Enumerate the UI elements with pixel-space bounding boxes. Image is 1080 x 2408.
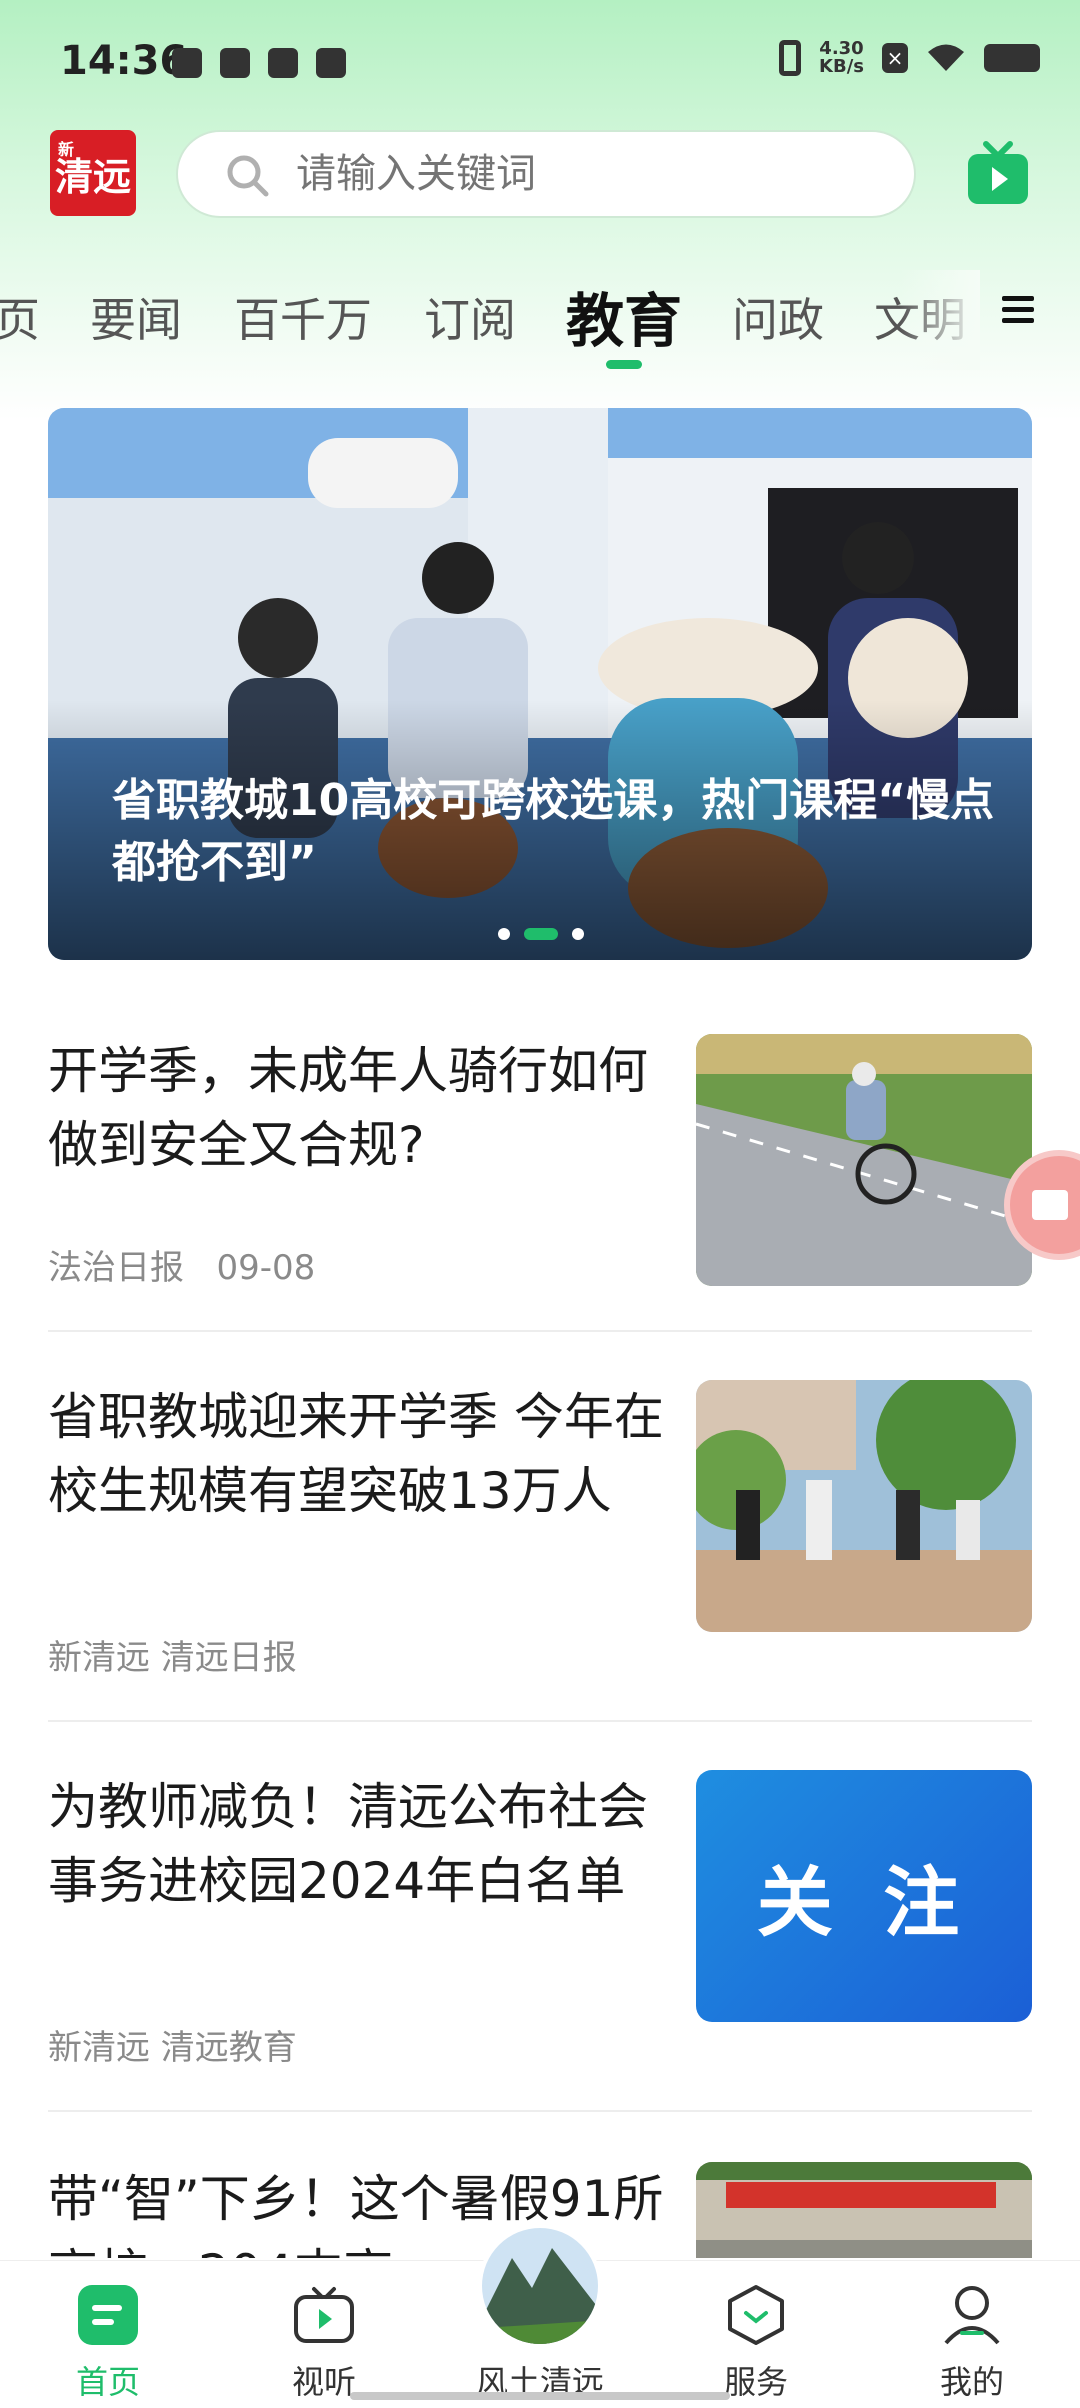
news-thumbnail <box>696 1034 1032 1286</box>
nav-profile-label: 我的 <box>939 2363 1004 2401</box>
logo-small-text: 新 <box>58 140 75 159</box>
nav-home[interactable]: 首页 <box>28 2261 188 2408</box>
news-title: 为教师减负！清远公布社会事务进校园2024年白名单 <box>48 1778 648 1910</box>
news-thumbnail: 关 注 <box>696 1770 1032 2022</box>
calendar-notification-icon <box>268 48 298 78</box>
divider <box>48 1330 1032 1332</box>
banner-dot-2[interactable] <box>524 928 558 940</box>
gesture-bar <box>350 2392 730 2400</box>
news-meta: 法治日报 09-08 <box>48 1240 315 1289</box>
news-thumbnail <box>696 2162 1032 2258</box>
news-thumbnail <box>696 1380 1032 1632</box>
live-tv-icon[interactable] <box>966 140 1030 206</box>
nav-audiovisual[interactable]: 视听 <box>244 2261 404 2408</box>
service-icon <box>728 2285 784 2345</box>
search-input[interactable] <box>296 132 856 216</box>
tab-home[interactable]: 页 <box>0 284 40 350</box>
category-tabs: 页 要闻 百千万 订阅 教育 问政 文明 <box>0 270 980 370</box>
tab-subscribe[interactable]: 订阅 <box>424 284 516 350</box>
tab-news[interactable]: 要闻 <box>90 284 182 350</box>
network-speed: 4.30 KB/s <box>819 40 864 76</box>
message-notification-icon <box>316 48 346 78</box>
tab-education[interactable]: 教育 <box>566 274 682 358</box>
network-speed-unit: KB/s <box>819 56 864 77</box>
news-title: 省职教城迎来开学季 今年在校生规模有望突破13万人 <box>48 1388 664 1520</box>
news-title: 开学季，未成年人骑行如何做到安全又合规? <box>48 1042 648 1174</box>
system-icons: 4.30 KB/s × <box>779 40 1040 76</box>
divider <box>48 1720 1032 1722</box>
battery-icon <box>984 44 1040 72</box>
profile-icon <box>944 2286 1000 2345</box>
nav-home-label: 首页 <box>75 2363 140 2401</box>
notification-icons <box>172 48 346 78</box>
news-date: 09-08 <box>216 1248 316 1288</box>
news-source: 新清远 清远日报 <box>48 1638 297 1678</box>
wifi-icon <box>928 44 964 71</box>
status-time: 14:36 <box>60 38 188 84</box>
banner-dot-1[interactable] <box>498 928 510 940</box>
banner-title: 省职教城10高校可跨校选课，热门课程“慢点都抢不到” <box>112 775 995 888</box>
thumbnail-text: 关 注 <box>756 1858 972 1947</box>
news-item[interactable]: 省职教城迎来开学季 今年在校生规模有望突破13万人 新清远 清远日报 <box>48 1380 1032 1678</box>
app-logo[interactable]: 新 清远 <box>50 130 136 216</box>
tv-icon <box>294 2287 354 2343</box>
nav-profile[interactable]: 我的 <box>892 2261 1052 2408</box>
search-bar[interactable] <box>176 130 916 218</box>
featured-banner[interactable]: 省职教城10高校可跨校选课，热门课程“慢点都抢不到” <box>48 408 1032 960</box>
nav-service[interactable]: 服务 <box>676 2261 836 2408</box>
video-notification-icon <box>172 48 202 78</box>
video-icon <box>1032 1190 1068 1220</box>
news-item[interactable]: 为教师减负！清远公布社会事务进校园2024年白名单 新清远 清远教育 关 注 <box>48 1770 1032 2068</box>
home-icon <box>78 2285 138 2345</box>
divider <box>48 2110 1032 2112</box>
tab-baiqianwan[interactable]: 百千万 <box>234 284 372 350</box>
menu-icon[interactable] <box>1000 292 1036 328</box>
tabs-fade <box>900 270 980 370</box>
search-icon <box>227 155 269 197</box>
no-sim-icon: × <box>882 43 908 73</box>
landscape-icon[interactable] <box>478 2224 602 2348</box>
tab-wenzheng[interactable]: 问政 <box>732 284 824 350</box>
news-item[interactable]: 开学季，未成年人骑行如何做到安全又合规? 法治日报 09-08 <box>48 1034 1032 1289</box>
vibrate-icon <box>779 40 802 76</box>
app-notification-icon <box>220 48 250 78</box>
news-source: 法治日报 <box>48 1248 184 1288</box>
banner-dot-3[interactable] <box>572 928 584 940</box>
tab-active-indicator <box>606 360 642 369</box>
news-source: 新清远 清远教育 <box>48 2028 297 2068</box>
banner-pagination <box>498 928 584 940</box>
status-bar: 14:36 4.30 KB/s × <box>0 0 1080 130</box>
